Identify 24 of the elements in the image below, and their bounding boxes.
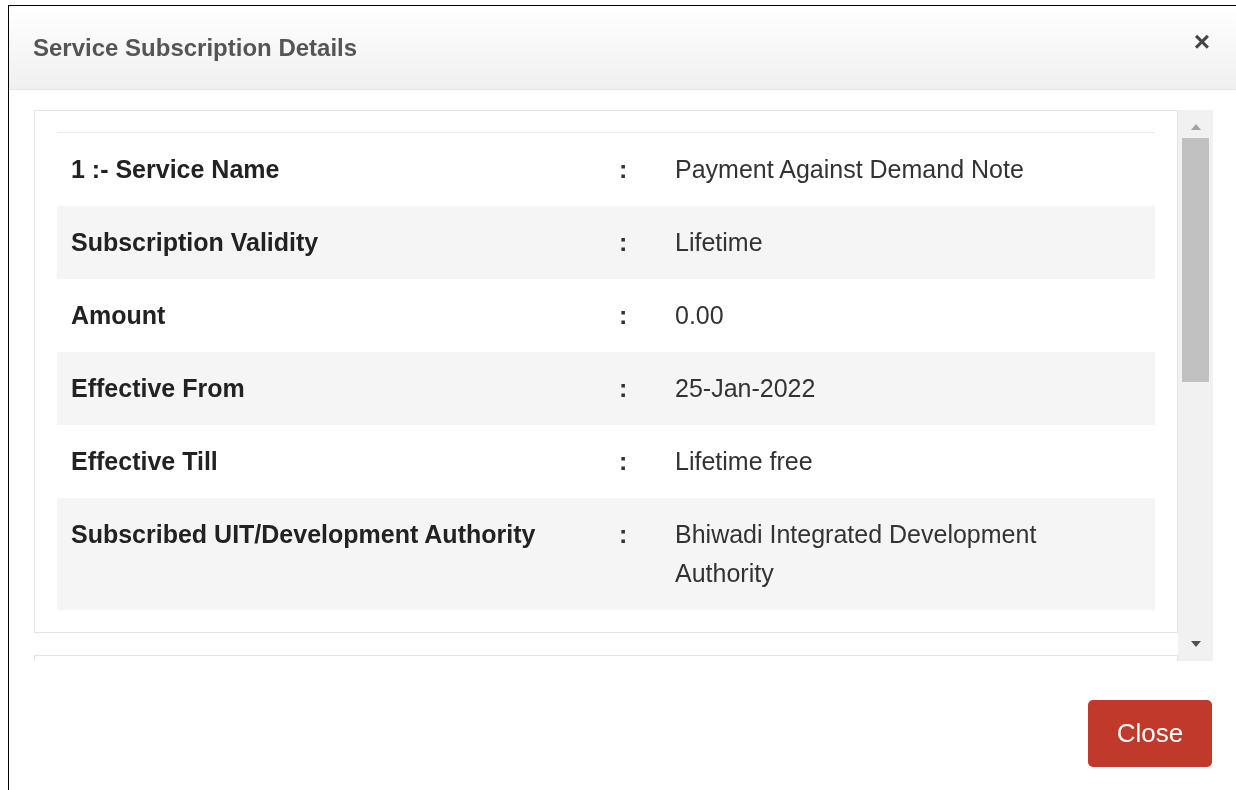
scroll-down-icon[interactable] bbox=[1190, 641, 1201, 647]
scrollbar-thumb[interactable] bbox=[1182, 138, 1209, 382]
detail-value: 25-Jan-2022 bbox=[675, 373, 817, 404]
detail-label: Subscription Validity bbox=[71, 227, 320, 258]
detail-separator: : bbox=[618, 519, 629, 550]
detail-value: Payment Against Demand Note bbox=[675, 154, 1025, 185]
detail-label: Effective From bbox=[71, 373, 246, 404]
detail-value: 0.00 bbox=[675, 300, 725, 331]
detail-value: Lifetime free bbox=[675, 446, 814, 477]
detail-label: 1 :- Service Name bbox=[71, 154, 281, 185]
detail-separator: : bbox=[618, 300, 629, 331]
close-button[interactable]: Close bbox=[1088, 700, 1212, 767]
detail-label: Subscribed UIT/Development Authority bbox=[71, 519, 537, 550]
detail-value: Lifetime bbox=[675, 227, 764, 258]
scrollbar[interactable] bbox=[1178, 110, 1213, 661]
scroll-up-icon[interactable] bbox=[1190, 124, 1201, 130]
detail-separator: : bbox=[618, 373, 629, 404]
detail-separator: : bbox=[618, 446, 629, 477]
detail-separator: : bbox=[618, 154, 629, 185]
detail-label: Effective Till bbox=[71, 446, 219, 477]
detail-separator: : bbox=[618, 227, 629, 258]
detail-value: Bhiwadi Integrated Development Authority bbox=[675, 519, 1038, 589]
dialog-title: Service Subscription Details bbox=[33, 32, 358, 63]
detail-label: Amount bbox=[71, 300, 167, 331]
